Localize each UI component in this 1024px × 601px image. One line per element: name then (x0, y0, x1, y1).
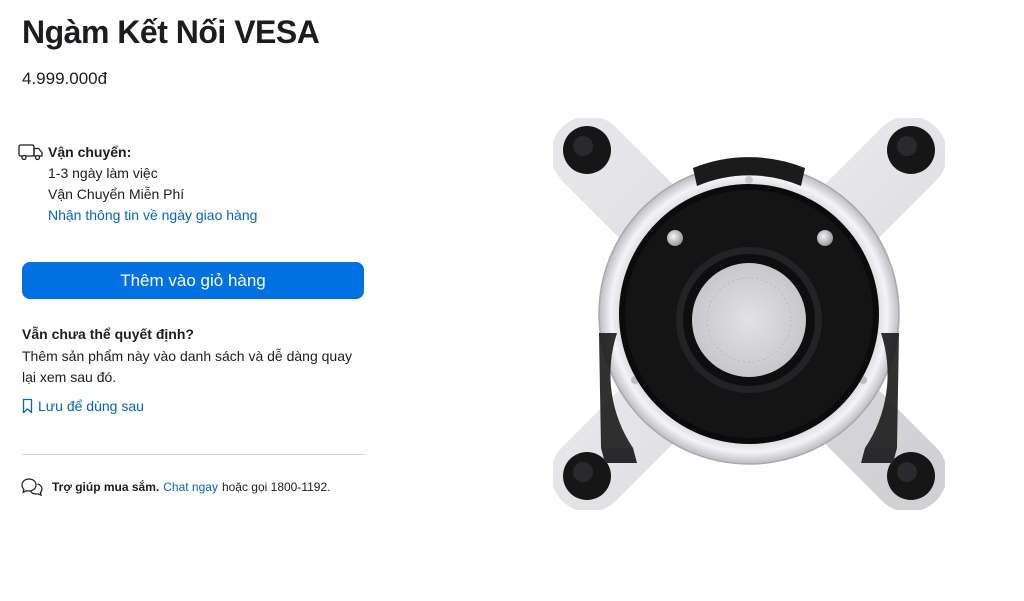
divider (22, 454, 364, 455)
chat-bubbles-icon (21, 478, 43, 496)
product-image (553, 118, 945, 510)
bookmark-icon (22, 398, 33, 414)
truck-icon (18, 144, 43, 161)
help-prefix: Trợ giúp mua sắm. (52, 480, 160, 494)
shipping-label: Vận chuyển: (48, 144, 132, 160)
chat-now-link[interactable]: Chat ngay (163, 480, 218, 494)
shipping-type: Vận Chuyển Miễn Phí (48, 186, 185, 202)
save-for-later-section: Vẫn chưa thể quyết định? Thêm sản phẩm n… (22, 325, 364, 414)
shopping-help: Trợ giúp mua sắm. Chat ngay hoặc gọi 180… (20, 477, 330, 497)
shipping-days: 1-3 ngày làm việc (48, 165, 158, 181)
delivery-date-link[interactable]: Nhận thông tin về ngày giao hàng (48, 205, 257, 226)
product-title: Ngàm Kết Nối VESA (22, 14, 320, 50)
decide-text: Thêm sản phẩm này vào danh sách và dễ dà… (22, 348, 352, 385)
save-for-later-label: Lưu để dùng sau (38, 398, 144, 414)
save-for-later-link[interactable]: Lưu để dùng sau (22, 398, 144, 414)
help-suffix: hoặc gọi 1800-1192. (221, 480, 331, 494)
shipping-info: Vận chuyển: 1-3 ngày làm việc Vận Chuyển… (18, 142, 364, 228)
decide-title: Vẫn chưa thể quyết định? (22, 326, 194, 342)
product-price: 4.999.000đ (22, 69, 108, 88)
add-to-bag-button[interactable]: Thêm vào giỏ hàng (22, 262, 364, 299)
